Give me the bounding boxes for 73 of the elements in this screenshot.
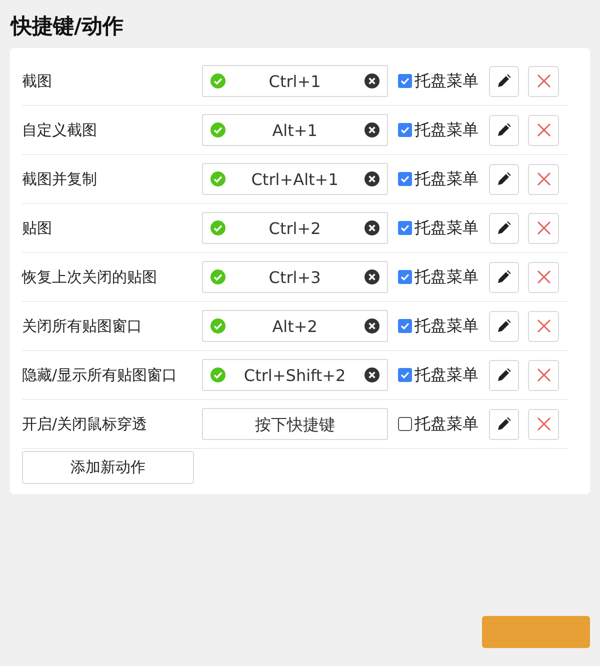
shortcut-field[interactable]: Ctrl+3	[202, 261, 388, 293]
delete-button[interactable]	[528, 360, 560, 390]
close-icon	[536, 270, 551, 284]
shortcut-field[interactable]: Alt+2	[202, 310, 388, 342]
checkbox-label: 托盘菜单	[414, 316, 479, 336]
action-name: 截图	[22, 72, 53, 90]
close-icon	[536, 74, 551, 88]
pencil-icon	[497, 172, 511, 186]
shortcut-field[interactable]: 按下快捷键	[202, 408, 388, 440]
checkbox-label: 托盘菜单	[414, 70, 479, 92]
clear-icon[interactable]	[364, 318, 380, 334]
add-action-button[interactable]: 添加新动作	[22, 451, 194, 484]
checkbox-label: 托盘菜单	[414, 218, 479, 238]
clear-icon[interactable]	[364, 171, 380, 187]
close-icon	[536, 368, 551, 382]
action-name: 关闭所有贴图窗口	[22, 316, 143, 336]
shortcut-field[interactable]: Ctrl+Shift+2	[202, 359, 388, 391]
clear-icon[interactable]	[364, 269, 380, 285]
tray-menu-checkbox[interactable]	[398, 319, 412, 333]
delete-button[interactable]	[528, 66, 560, 96]
clear-icon[interactable]	[364, 220, 380, 236]
edit-button[interactable]	[488, 408, 520, 440]
action-name: 贴图	[22, 218, 53, 238]
tray-menu-checkbox[interactable]	[398, 221, 412, 235]
pencil-icon	[497, 123, 511, 137]
shortcut-field[interactable]: Ctrl+Alt+1	[202, 163, 388, 195]
checkbox-label: 托盘菜单	[414, 120, 479, 140]
checkbox-label: 托盘菜单	[414, 414, 479, 434]
edit-button[interactable]	[488, 262, 520, 292]
action-name: 截图并复制	[22, 170, 98, 188]
delete-button[interactable]	[528, 212, 560, 244]
pencil-icon	[497, 221, 511, 235]
action-name: 自定义截图	[22, 120, 98, 140]
checkbox-label: 托盘菜单	[414, 168, 479, 190]
pencil-icon	[497, 417, 511, 431]
edit-button[interactable]	[488, 164, 520, 194]
delete-button[interactable]	[528, 310, 560, 342]
checkbox-label: 托盘菜单	[414, 364, 479, 386]
pencil-icon	[497, 368, 511, 382]
tray-menu-checkbox[interactable]	[398, 172, 412, 186]
delete-button[interactable]	[528, 164, 560, 194]
clear-icon[interactable]	[364, 122, 380, 138]
pencil-icon	[497, 74, 511, 88]
delete-button[interactable]	[528, 408, 560, 440]
pencil-icon	[497, 270, 511, 284]
shortcut-field[interactable]: Ctrl+1	[202, 65, 388, 97]
action-name: 恢复上次关闭的贴图	[22, 268, 158, 286]
edit-button[interactable]	[488, 360, 520, 390]
action-name: 开启/关闭鼠标穿透	[22, 414, 148, 434]
clear-icon[interactable]	[364, 367, 380, 383]
shortcut-field[interactable]: Alt+1	[202, 114, 388, 146]
clear-icon[interactable]	[364, 73, 380, 89]
tray-menu-checkbox[interactable]	[398, 270, 412, 284]
page-title: 快捷键/动作	[11, 13, 124, 40]
tray-menu-checkbox[interactable]	[398, 417, 412, 431]
close-icon	[536, 417, 551, 431]
delete-button[interactable]	[528, 262, 560, 292]
checkbox-label: 托盘菜单	[414, 266, 479, 288]
shortcut-field[interactable]: Ctrl+2	[202, 212, 388, 244]
edit-button[interactable]	[488, 212, 520, 244]
edit-button[interactable]	[488, 114, 520, 146]
close-icon	[536, 319, 551, 333]
close-icon	[536, 172, 551, 186]
close-icon	[536, 123, 551, 137]
delete-button[interactable]	[528, 114, 560, 146]
tray-menu-checkbox[interactable]	[398, 74, 412, 88]
edit-button[interactable]	[488, 310, 520, 342]
edit-button[interactable]	[488, 66, 520, 96]
tray-menu-checkbox[interactable]	[398, 123, 412, 137]
action-name: 隐藏/显示所有贴图窗口	[22, 366, 178, 384]
tray-menu-checkbox[interactable]	[398, 368, 412, 382]
pencil-icon	[497, 319, 511, 333]
close-icon	[536, 221, 551, 235]
